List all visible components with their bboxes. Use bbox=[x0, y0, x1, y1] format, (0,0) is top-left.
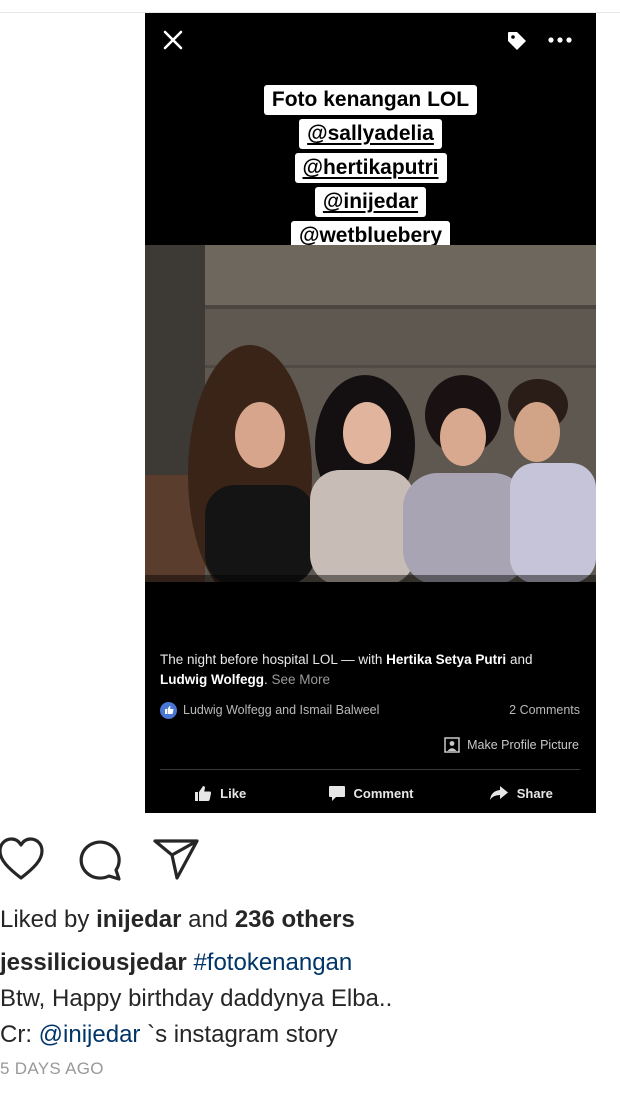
comments-count[interactable]: 2 Comments bbox=[509, 703, 580, 717]
see-more-link[interactable]: See More bbox=[272, 672, 331, 687]
share-arrow-icon bbox=[489, 786, 508, 800]
share-direct-icon[interactable] bbox=[152, 837, 200, 881]
reactions-text[interactable]: Ludwig Wolfegg and Ismail Balweel bbox=[183, 703, 379, 717]
caption-cr-prefix: Cr: bbox=[0, 1021, 39, 1048]
caption-line-3: Cr: @inijedar `s instagram story bbox=[0, 1017, 392, 1053]
story-mention[interactable]: @inijedar bbox=[314, 187, 427, 217]
make-profile-picture-button[interactable]: Make Profile Picture bbox=[444, 734, 579, 756]
post-caption: jessiliciousjedar #fotokenangan Btw, Hap… bbox=[0, 945, 392, 1053]
liked-by-user-link[interactable]: inijedar bbox=[96, 906, 181, 933]
fb-like-label: Like bbox=[220, 785, 247, 801]
caption-cr-suffix: `s instagram story bbox=[140, 1021, 338, 1048]
fb-share-label: Share bbox=[516, 785, 553, 801]
story-caption-title: Foto kenangan LOL bbox=[263, 85, 478, 115]
fb-like-button[interactable]: Like bbox=[145, 779, 295, 807]
caption-line-1: jessiliciousjedar #fotokenangan bbox=[0, 945, 392, 981]
ig-action-row bbox=[0, 837, 220, 883]
thumbs-up-icon bbox=[195, 785, 212, 801]
likes-mid: and bbox=[181, 906, 235, 933]
caption-username-link[interactable]: jessiliciousjedar bbox=[0, 949, 187, 976]
story-mention[interactable]: @hertikaputri bbox=[294, 153, 447, 183]
caption-text: and bbox=[506, 652, 533, 667]
close-icon bbox=[163, 30, 183, 50]
likes-count-link[interactable]: 236 others bbox=[235, 906, 355, 933]
more-horizontal-icon bbox=[548, 37, 572, 43]
caption-line-2: Btw, Happy birthday daddynya Elba.. bbox=[0, 985, 393, 1012]
fb-share-button[interactable]: Share bbox=[446, 779, 596, 807]
post-timestamp[interactable]: 5 DAYS AGO bbox=[0, 1059, 104, 1079]
fb-comment-label: Comment bbox=[353, 785, 414, 801]
like-reaction-icon bbox=[160, 701, 177, 719]
tag-icon bbox=[508, 32, 526, 50]
fb-reactions-row: Ludwig Wolfegg and Ismail Balweel 2 Comm… bbox=[160, 699, 580, 721]
likes-prefix: Liked by bbox=[0, 906, 97, 933]
caption-text: . bbox=[263, 672, 268, 687]
hashtag-link[interactable]: #fotokenangan bbox=[193, 949, 352, 976]
caption-text: The night before hospital LOL — with bbox=[160, 652, 387, 667]
comment-bubble-icon bbox=[328, 785, 345, 801]
fb-comment-button[interactable]: Comment bbox=[295, 779, 445, 807]
story-mention[interactable]: @sallyadelia bbox=[299, 119, 442, 149]
fb-post-caption: The night before hospital LOL — with Her… bbox=[160, 650, 580, 690]
make-profile-label: Make Profile Picture bbox=[467, 738, 579, 752]
mention-link[interactable]: @inijedar bbox=[39, 1021, 141, 1048]
tagged-person-link[interactable]: Ludwig Wolfegg bbox=[160, 672, 264, 687]
heart-icon[interactable] bbox=[0, 837, 44, 881]
fb-action-bar: Like Comment Share bbox=[145, 779, 596, 807]
story-screenshot: Foto kenangan LOL @sallyadelia @hertikap… bbox=[145, 13, 596, 813]
likes-summary: Liked by inijedar and 236 others bbox=[0, 905, 355, 935]
story-caption-stack: Foto kenangan LOL @sallyadelia @hertikap… bbox=[145, 85, 596, 251]
fb-divider bbox=[160, 769, 580, 770]
group-photo bbox=[145, 245, 596, 582]
profile-picture-icon bbox=[444, 737, 460, 753]
comment-icon[interactable] bbox=[77, 837, 123, 881]
tagged-person-link[interactable]: Hertika Setya Putri bbox=[386, 652, 506, 667]
